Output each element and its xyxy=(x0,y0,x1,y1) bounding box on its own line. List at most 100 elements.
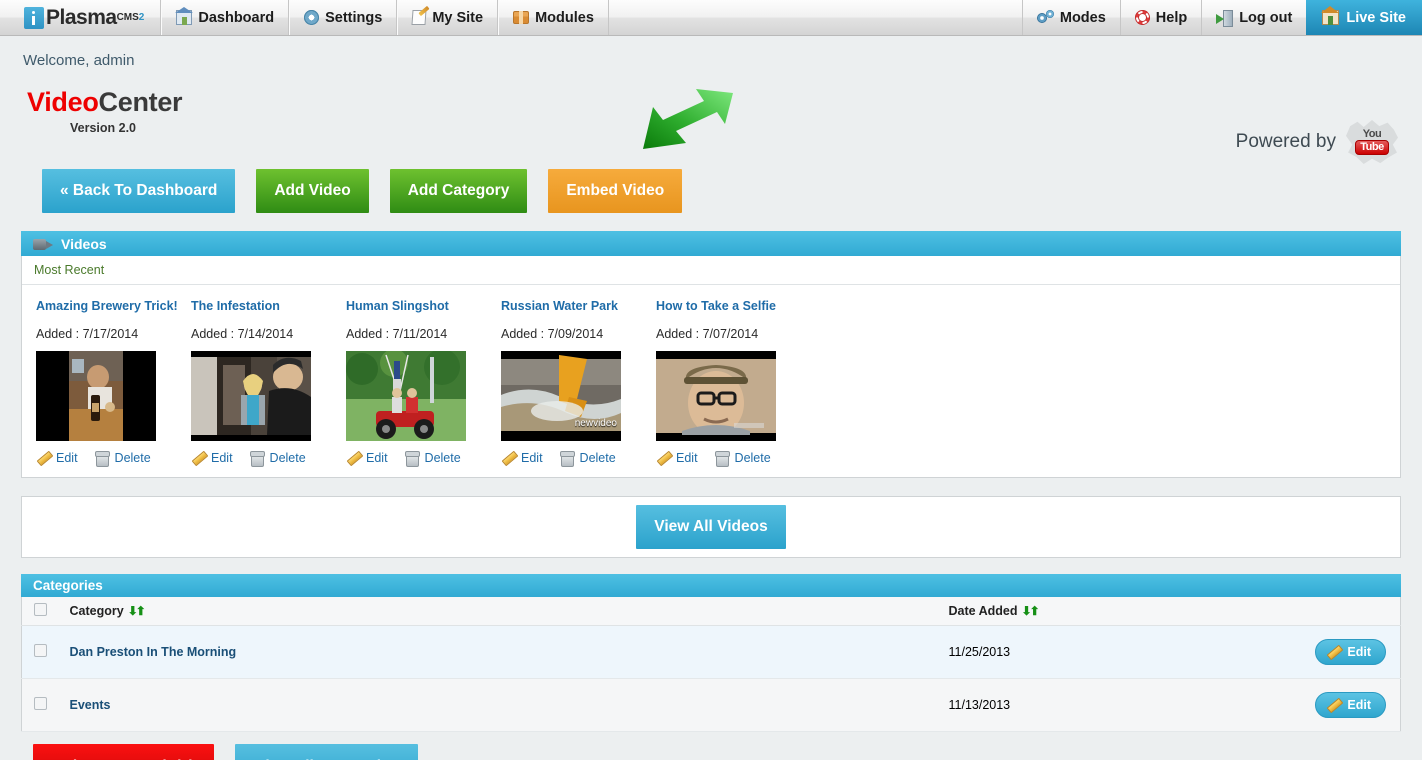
nav-item-live-site[interactable]: Live Site xyxy=(1306,0,1422,35)
video-title[interactable]: Human Slingshot xyxy=(346,299,501,313)
table-row[interactable]: Dan Preston In The Morning 11/25/2013 Ed… xyxy=(21,625,1401,679)
video-delete-label: Delete xyxy=(579,451,616,465)
pencil-icon xyxy=(1326,645,1341,659)
video-delete-link[interactable]: Delete xyxy=(94,451,151,467)
table-row[interactable]: Events 11/13/2013 Edit xyxy=(21,678,1401,732)
video-edit-label: Edit xyxy=(676,451,698,465)
video-edit-link[interactable]: Edit xyxy=(501,451,543,465)
video-thumbnail[interactable] xyxy=(656,351,776,441)
row-edit-button[interactable]: Edit xyxy=(1315,692,1386,718)
video-camera-icon xyxy=(33,237,53,251)
video-delete-link[interactable]: Delete xyxy=(249,451,306,467)
back-to-dashboard-button[interactable]: « Back To Dashboard xyxy=(42,169,236,213)
gear-icon xyxy=(304,10,320,25)
row-edit-label: Edit xyxy=(1347,645,1371,659)
video-actions: Edit Delete xyxy=(36,451,191,467)
brand-logo[interactable]: Plasma CMS2 xyxy=(0,0,162,35)
nav-item-dashboard-label: Dashboard xyxy=(198,9,275,26)
youtube-you-text: You xyxy=(1362,128,1382,140)
column-header-date-added[interactable]: Date Added ⬇⬆ xyxy=(940,597,1281,626)
page-title-red: Video xyxy=(27,87,99,117)
nav-item-live-site-label: Live Site xyxy=(1346,9,1406,26)
column-header-date-added-label: Date Added xyxy=(948,604,1018,618)
nav-item-help[interactable]: Help xyxy=(1119,0,1201,35)
row-checkbox[interactable] xyxy=(34,644,47,657)
sort-arrows-icon[interactable]: ⬇⬆ xyxy=(128,604,146,618)
add-category-button[interactable]: Add Category xyxy=(389,169,528,213)
video-title[interactable]: How to Take a Selfie xyxy=(656,299,811,313)
video-title[interactable]: Russian Water Park xyxy=(501,299,656,313)
trash-icon xyxy=(404,451,420,467)
brand-sup: CMS2 xyxy=(116,12,145,23)
sort-arrows-icon[interactable]: ⬇⬆ xyxy=(1022,604,1040,618)
video-delete-label: Delete xyxy=(424,451,461,465)
youtube-tube-text: Tube xyxy=(1355,140,1389,155)
row-edit-label: Edit xyxy=(1347,698,1371,712)
trash-icon xyxy=(559,451,575,467)
row-checkbox[interactable] xyxy=(34,697,47,710)
pencil-icon xyxy=(656,451,671,465)
video-edit-link[interactable]: Edit xyxy=(656,451,698,465)
nav-item-logout-label: Log out xyxy=(1239,9,1293,26)
app-title-block: VideoCenter Version 2.0 xyxy=(21,69,1401,135)
nav-item-logout[interactable]: Log out xyxy=(1201,0,1306,35)
video-delete-link[interactable]: Delete xyxy=(404,451,461,467)
nav-item-modes[interactable]: Modes xyxy=(1021,0,1120,35)
youtube-logo-inner: You Tube xyxy=(1355,129,1389,155)
home-orange-icon xyxy=(1321,6,1340,25)
view-all-videos-button[interactable]: View All Videos xyxy=(636,505,786,549)
primary-action-buttons: « Back To Dashboard Add Video Add Catego… xyxy=(21,89,1401,213)
nav-item-my-site-label: My Site xyxy=(432,9,484,26)
video-thumbnail-watermark: newvideo xyxy=(574,418,617,429)
nav-item-settings[interactable]: Settings xyxy=(289,0,398,35)
video-edit-label: Edit xyxy=(366,451,388,465)
embed-video-button[interactable]: Embed Video xyxy=(548,169,683,213)
trash-icon xyxy=(94,451,110,467)
video-edit-label: Edit xyxy=(56,451,78,465)
page-title: VideoCenter xyxy=(27,87,1401,118)
video-edit-link[interactable]: Edit xyxy=(191,451,233,465)
video-card: Amazing Brewery Trick! Added : 7/17/2014 xyxy=(36,299,191,467)
nav-item-modules[interactable]: Modules xyxy=(498,0,609,35)
row-date-cell: 11/13/2013 xyxy=(940,678,1281,732)
trash-icon xyxy=(714,451,730,467)
nav-right-group: Modes Help Log out Live Site xyxy=(1021,0,1422,35)
video-edit-label: Edit xyxy=(211,451,233,465)
select-all-header xyxy=(21,597,62,626)
video-thumbnail[interactable]: newvideo xyxy=(501,351,621,441)
video-title[interactable]: Amazing Brewery Trick! xyxy=(36,299,191,313)
row-actions-cell: Edit xyxy=(1280,625,1401,679)
video-edit-link[interactable]: Edit xyxy=(346,451,388,465)
category-name-link[interactable]: Dan Preston In The Morning xyxy=(70,645,237,659)
video-thumbnail[interactable] xyxy=(36,351,156,441)
column-header-category[interactable]: Category ⬇⬆ xyxy=(61,597,941,626)
nav-item-my-site[interactable]: My Site xyxy=(397,0,499,35)
view-all-categories-button[interactable]: View All Categories xyxy=(235,744,419,760)
row-select-cell xyxy=(21,678,62,732)
category-name-link[interactable]: Events xyxy=(70,698,111,712)
video-thumbnail[interactable] xyxy=(191,351,311,441)
video-delete-link[interactable]: Delete xyxy=(559,451,616,467)
note-pencil-icon xyxy=(411,10,427,25)
video-title[interactable]: The Infestation xyxy=(191,299,346,313)
nav-item-dashboard[interactable]: Dashboard xyxy=(161,0,290,35)
video-edit-link[interactable]: Edit xyxy=(36,451,78,465)
add-video-button[interactable]: Add Video xyxy=(256,169,369,213)
pencil-icon xyxy=(501,451,516,465)
page-title-dark: Center xyxy=(98,87,183,117)
videos-panel-header: Videos xyxy=(21,231,1401,256)
pencil-icon xyxy=(36,451,51,465)
video-delete-link[interactable]: Delete xyxy=(714,451,771,467)
app-version: Version 2.0 xyxy=(70,121,137,135)
page-container: Welcome, admin VideoCenter Version 2.0 P… xyxy=(0,36,1422,760)
video-added-date: Added : 7/09/2014 xyxy=(501,327,604,341)
nav-item-settings-label: Settings xyxy=(325,9,383,26)
nav-item-help-label: Help xyxy=(1155,9,1188,26)
delete-categories-button[interactable]: Delete Categorie(s) xyxy=(33,744,215,760)
column-header-category-label: Category xyxy=(69,604,124,618)
select-all-checkbox[interactable] xyxy=(34,603,47,616)
box-icon xyxy=(513,11,530,24)
video-thumbnail[interactable] xyxy=(346,351,466,441)
gears-icon xyxy=(1036,10,1054,25)
row-edit-button[interactable]: Edit xyxy=(1315,639,1386,665)
